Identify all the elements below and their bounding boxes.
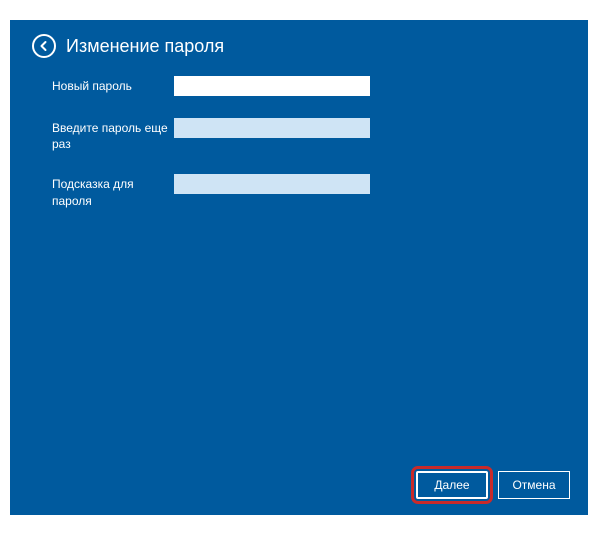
dialog-header: Изменение пароля [10,20,588,58]
label-new-password: Новый пароль [52,76,174,94]
new-password-input[interactable] [174,76,370,96]
change-password-dialog: Изменение пароля Новый пароль Введите па… [10,20,588,515]
page-title: Изменение пароля [66,36,224,57]
password-hint-input[interactable] [174,174,370,194]
back-button[interactable] [32,34,56,58]
form: Новый пароль Введите пароль еще раз Подс… [10,58,588,209]
label-confirm-password: Введите пароль еще раз [52,118,174,152]
cancel-button[interactable]: Отмена [498,471,570,499]
row-new-password: Новый пароль [52,76,566,96]
label-hint: Подсказка для пароля [52,174,174,208]
confirm-password-input[interactable] [174,118,370,138]
dialog-footer: Далее Отмена [416,471,570,499]
row-hint: Подсказка для пароля [52,174,566,208]
next-button[interactable]: Далее [416,471,488,499]
row-confirm-password: Введите пароль еще раз [52,118,566,152]
arrow-left-icon [38,40,50,52]
